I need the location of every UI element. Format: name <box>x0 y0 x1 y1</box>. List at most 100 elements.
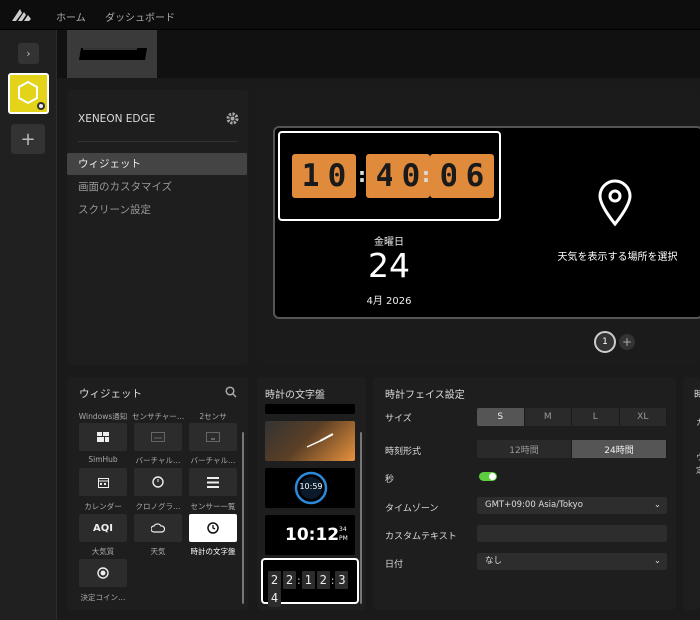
screen-preview: 1 0 : 4 0 : 0 6 金曜日 24 4月 2026 天気を表示する場所… <box>273 126 700 319</box>
gear-icon[interactable] <box>226 112 239 125</box>
touchpad-icon <box>206 432 220 442</box>
date-select[interactable]: なし ⌄ <box>477 553 667 570</box>
widget-label: SimHub <box>88 455 118 464</box>
widget-label: バーチャル… <box>190 456 236 465</box>
add-page-button[interactable]: + <box>619 334 635 350</box>
mini-digit: 1 <box>301 571 315 589</box>
chevron-right-icon: › <box>26 47 31 60</box>
preview-area: 1 0 : 4 0 : 0 6 金曜日 24 4月 2026 天気を表示する場所… <box>257 90 700 365</box>
format-label: 時刻形式 <box>385 447 422 457</box>
device-tab[interactable] <box>67 30 157 78</box>
keyboard-icon <box>151 432 165 442</box>
location-pin-icon[interactable] <box>595 178 635 228</box>
corsair-logo-icon[interactable] <box>10 7 34 23</box>
clock-widget[interactable]: 1 0 : 4 0 : 0 6 <box>278 131 501 221</box>
clock-icon <box>207 522 219 534</box>
widget-label: 2センサ <box>199 412 227 421</box>
page-indicator[interactable]: 1 <box>594 331 616 353</box>
mini-digit: 3 <box>335 571 349 589</box>
colon: : <box>330 574 335 587</box>
format-segmented: 12時間 24時間 <box>477 440 667 458</box>
widgets-scrollbar[interactable] <box>242 432 244 604</box>
widget-virtual-keyboard[interactable] <box>134 423 182 451</box>
menu-widgets[interactable]: ウィジェット <box>67 153 247 175</box>
widget-label: バーチャル… <box>135 456 181 465</box>
widgets-title: ウィジェット <box>79 388 142 400</box>
size-s[interactable]: S <box>477 408 525 426</box>
plus-icon: + <box>20 128 36 150</box>
clock-settings-panel: 時計フェイス設定 サイズ S M L XL 時刻形式 12時間 24時間 秒 タ… <box>373 377 676 610</box>
nav-home[interactable]: ホーム <box>56 9 86 24</box>
extra-label: 定 <box>696 465 700 476</box>
nav-dashboard[interactable]: ダッシュボード <box>105 9 175 24</box>
widgets-panel: ウィジェット Windows通知 センサチャー… 2センサ SimHub バーチ… <box>67 377 248 610</box>
format-24h[interactable]: 24時間 <box>572 440 667 458</box>
menu-screen-settings[interactable]: スクリーン設定 <box>67 199 247 221</box>
settings-title: 時計フェイス設定 <box>385 390 465 401</box>
flip-digit: 6 <box>456 154 494 198</box>
add-device-button[interactable]: + <box>11 124 45 154</box>
size-label: サイズ <box>385 414 412 424</box>
colon: : <box>358 163 366 187</box>
device-title: XENEON EDGE <box>78 113 156 125</box>
colon: : <box>422 163 430 187</box>
top-bar: ホーム ダッシュボード <box>0 0 700 30</box>
widget-decision-coin[interactable] <box>79 559 127 587</box>
widget-virtual-touchpad[interactable] <box>189 423 237 451</box>
clock-face-thumb-circle[interactable]: 10:59 <box>265 468 355 508</box>
size-m[interactable]: M <box>525 408 572 426</box>
digital-face-time: 10:12 <box>285 525 340 545</box>
weather-prompt[interactable]: 天気を表示する場所を選択 <box>530 248 700 263</box>
clock-face-thumb-flip-selected[interactable]: 2 2:1 2:34 <box>261 558 359 607</box>
size-segmented: S M L XL <box>477 408 667 426</box>
stopwatch-icon <box>152 476 164 488</box>
analog-hands-icon <box>306 433 334 448</box>
widget-simhub[interactable] <box>79 423 127 451</box>
custom-text-input[interactable] <box>477 525 667 542</box>
timezone-value: GMT+09:00 Asia/Tokyo <box>485 500 583 510</box>
widget-air-quality[interactable]: AQI <box>79 514 127 542</box>
calendar-icon <box>97 477 109 488</box>
size-l[interactable]: L <box>572 408 620 426</box>
search-icon[interactable] <box>225 386 237 398</box>
widget-sensor-list[interactable] <box>189 468 237 496</box>
widget-calendar[interactable] <box>79 468 127 496</box>
timezone-label: タイムゾーン <box>385 504 439 514</box>
clock-face-thumb-digital[interactable]: 10:12 34 PM <box>265 515 355 555</box>
aqi-icon: AQI <box>93 522 113 534</box>
widget-label: Windows通知 <box>78 412 128 421</box>
mini-digit: 4 <box>268 589 281 607</box>
format-12h[interactable]: 12時間 <box>477 440 572 458</box>
clock-face-thumb-analog[interactable] <box>265 421 355 461</box>
custom-text-label: カスタムテキスト <box>385 532 457 542</box>
hexagon-device-icon <box>18 80 45 110</box>
digital-face-ampm: PM <box>339 535 348 542</box>
seconds-toggle[interactable] <box>479 472 497 481</box>
widget-label: 決定コイン… <box>80 593 126 602</box>
seconds-label: 秒 <box>385 475 395 485</box>
mini-digit: 2 <box>283 571 296 589</box>
widget-clock-face[interactable] <box>189 514 237 542</box>
widget-chronograph[interactable] <box>134 468 182 496</box>
month-year: 4月 2026 <box>366 296 412 307</box>
toggle-knob <box>489 473 496 480</box>
device-xeneon-button[interactable] <box>8 73 49 114</box>
size-xl[interactable]: XL <box>620 408 667 426</box>
timezone-select[interactable]: GMT+09:00 Asia/Tokyo ⌄ <box>477 497 667 514</box>
menu-customize-screen[interactable]: 画面のカスタマイズ <box>67 176 247 198</box>
faces-scrollbar[interactable] <box>360 432 362 604</box>
faces-title: 時計の文字盤 <box>265 390 325 401</box>
colon: : <box>297 574 301 587</box>
day-number: 24 <box>368 246 410 285</box>
clock-face-thumb[interactable] <box>265 404 355 414</box>
chevron-down-icon: ⌄ <box>653 556 661 566</box>
mini-digit: 2 <box>268 571 281 589</box>
coin-icon <box>97 567 109 579</box>
widget-label: センサチャー… <box>132 412 184 421</box>
widget-weather[interactable] <box>134 514 182 542</box>
widget-label: クロノグラ… <box>135 502 181 511</box>
expand-rail-button[interactable]: › <box>18 43 39 64</box>
widget-label: 大気質 <box>91 547 115 556</box>
widget-label: センサー一覧 <box>190 502 236 511</box>
extra-label: ウ <box>696 452 700 463</box>
